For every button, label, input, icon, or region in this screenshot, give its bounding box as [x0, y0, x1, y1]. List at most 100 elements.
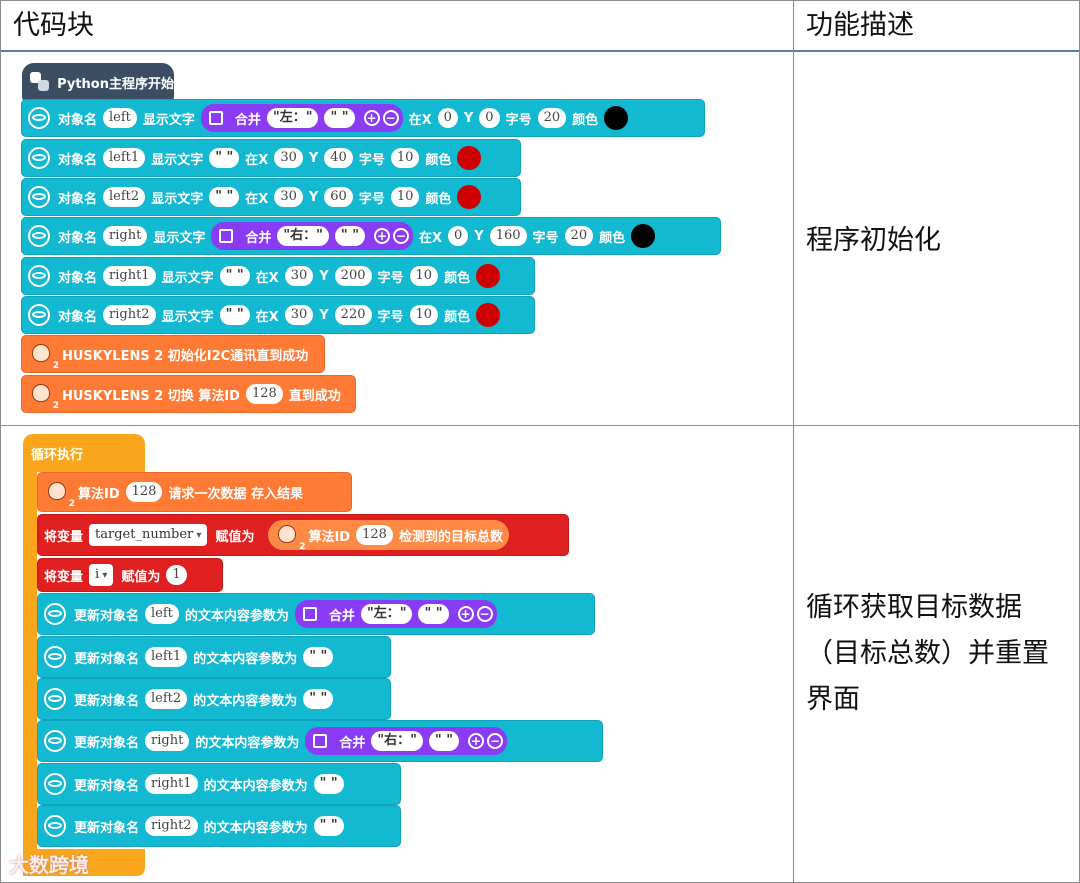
color-swatch[interactable]: [604, 106, 629, 130]
object-name-field[interactable]: left: [145, 604, 179, 624]
update-text-block[interactable]: 更新对象名 right1 的文本内容参数为 " ": [37, 763, 401, 805]
object-name-field[interactable]: right1: [103, 266, 156, 286]
x-field[interactable]: 30: [284, 266, 314, 286]
huskylens-switch-suffix: 直到成功: [288, 388, 341, 404]
y-field[interactable]: 40: [324, 148, 353, 168]
merge-block[interactable]: 合并 "右：" " " + −: [211, 222, 413, 250]
y-field[interactable]: 0: [479, 108, 500, 128]
algorithm-id-field[interactable]: 128: [245, 384, 283, 404]
merge-block[interactable]: 合并 "右：" " " + −: [305, 727, 507, 755]
color-swatch[interactable]: [457, 185, 482, 209]
text-value-field[interactable]: " ": [303, 689, 334, 709]
value-field[interactable]: 1: [166, 565, 187, 585]
text-value-field[interactable]: " ": [313, 774, 344, 794]
merge-item-a[interactable]: "左：": [360, 604, 413, 624]
set-target-number-block[interactable]: 将变量 target_number 赋值为 2 算法ID 128 检测到的目标总…: [37, 514, 569, 556]
merge-item-b[interactable]: " ": [418, 604, 449, 624]
text-field[interactable]: " ": [209, 187, 240, 207]
add-item-icon[interactable]: +: [363, 110, 380, 126]
algorithm-id-field[interactable]: 128: [356, 525, 393, 545]
text-field[interactable]: " ": [219, 305, 250, 325]
x-field[interactable]: 0: [437, 108, 458, 128]
x-field[interactable]: 30: [274, 148, 303, 168]
add-item-icon[interactable]: +: [457, 606, 474, 622]
variable-dropdown[interactable]: i: [89, 564, 114, 586]
remove-item-icon[interactable]: −: [382, 110, 399, 126]
column-divider: [793, 1, 794, 882]
merge-item-a[interactable]: "左：": [266, 108, 319, 128]
merge-block[interactable]: 合并 "左：" " " + −: [294, 600, 497, 628]
show-text-label: 显示文字: [153, 230, 206, 246]
huskylens-switch-block[interactable]: 2 HUSKYLENS 2 切换 算法ID 128 直到成功: [21, 375, 356, 413]
target-count-reporter[interactable]: 2 算法ID 128 检测到的目标总数: [268, 520, 509, 552]
text-display-block[interactable]: 对象名 right1 显示文字 " " 在X 30 Y 200 字号 10 颜色: [21, 257, 535, 295]
text-value-field[interactable]: " ": [313, 816, 344, 836]
text-field[interactable]: " ": [209, 148, 240, 168]
font-size-field[interactable]: 10: [390, 148, 420, 168]
update-text-block[interactable]: 更新对象名 left1 的文本内容参数为 " ": [37, 636, 391, 678]
algorithm-id-field[interactable]: 128: [125, 482, 163, 502]
python-start-block[interactable]: Python主程序开始: [22, 63, 174, 101]
variable-dropdown[interactable]: target_number: [89, 524, 208, 546]
font-size-field[interactable]: 10: [390, 187, 420, 207]
request-data-block[interactable]: 2 算法ID 128 请求一次数据 存入结果: [37, 472, 352, 512]
color-swatch[interactable]: [476, 264, 501, 288]
merge-item-a[interactable]: "右：": [371, 731, 423, 751]
object-name-field[interactable]: left2: [103, 187, 146, 207]
object-name-field[interactable]: left1: [145, 647, 188, 667]
huskylens-init-block[interactable]: 2 HUSKYLENS 2 初始化I2C通讯直到成功: [21, 335, 325, 373]
update-text-block[interactable]: 更新对象名 left2 的文本内容参数为 " ": [37, 678, 391, 720]
object-name-field[interactable]: left2: [145, 689, 188, 709]
update-text-block[interactable]: 更新对象名 right2 的文本内容参数为 " ": [37, 805, 401, 847]
set-i-block[interactable]: 将变量 i 赋值为 1: [37, 558, 223, 592]
y-field[interactable]: 160: [489, 226, 527, 246]
color-swatch[interactable]: [476, 303, 501, 327]
screen-object-icon: [44, 688, 66, 710]
text-display-block[interactable]: 对象名 left 显示文字 合并 "左：" " " + − 在X 0 Y 0 字号 20 颜色: [21, 99, 705, 137]
loop-forever-block[interactable]: 循环执行: [23, 434, 145, 472]
object-name-label: 对象名: [58, 112, 98, 128]
object-name-field[interactable]: right2: [145, 816, 198, 836]
remove-item-icon[interactable]: −: [392, 228, 409, 244]
description-loop-line: 循环获取目标数据: [806, 592, 1022, 623]
color-label: 颜色: [444, 309, 471, 325]
object-name-field[interactable]: left: [103, 108, 137, 128]
text-display-block[interactable]: 对象名 right2 显示文字 " " 在X 30 Y 220 字号 10 颜色: [21, 296, 535, 334]
object-name-field[interactable]: right2: [103, 305, 156, 325]
watermark: 大数跨境: [9, 853, 89, 877]
merge-item-b[interactable]: " ": [334, 226, 365, 246]
color-swatch[interactable]: [631, 224, 656, 248]
x-field[interactable]: 30: [284, 305, 314, 325]
y-field[interactable]: 220: [334, 305, 372, 325]
merge-item-b[interactable]: " ": [428, 731, 459, 751]
text-value-field[interactable]: " ": [303, 647, 334, 667]
font-size-field[interactable]: 10: [409, 305, 439, 325]
remove-item-icon[interactable]: −: [476, 606, 493, 622]
object-name-field[interactable]: right1: [145, 774, 198, 794]
add-item-icon[interactable]: +: [467, 733, 484, 749]
update-text-block[interactable]: 更新对象名 left 的文本内容参数为 合并 "左：" " " + −: [37, 593, 595, 635]
font-size-field[interactable]: 10: [409, 266, 439, 286]
python-start-label: Python主程序开始: [57, 76, 174, 92]
add-item-icon[interactable]: +: [373, 228, 390, 244]
text-display-block[interactable]: 对象名 right 显示文字 合并 "右：" " " + − 在X 0 Y 160 字号 20 颜色: [21, 217, 721, 255]
merge-item-a[interactable]: "右：": [277, 226, 329, 246]
text-display-block[interactable]: 对象名 left2 显示文字 " " 在X 30 Y 60 字号 10 颜色: [21, 178, 521, 216]
font-size-field[interactable]: 20: [537, 108, 567, 128]
merge-block[interactable]: 合并 "左：" " " + −: [200, 104, 403, 132]
merge-item-b[interactable]: " ": [324, 108, 355, 128]
remove-item-icon[interactable]: −: [486, 733, 503, 749]
x-field[interactable]: 0: [448, 226, 469, 246]
color-swatch[interactable]: [457, 146, 482, 170]
text-display-block[interactable]: 对象名 left1 显示文字 " " 在X 30 Y 40 字号 10 颜色: [21, 139, 521, 177]
y-field[interactable]: 60: [324, 187, 353, 207]
text-field[interactable]: " ": [219, 266, 250, 286]
font-size-label: 字号: [377, 309, 404, 325]
update-text-block[interactable]: 更新对象名 right 的文本内容参数为 合并 "右：" " " + −: [37, 720, 603, 762]
x-field[interactable]: 30: [274, 187, 303, 207]
object-name-field[interactable]: right: [103, 226, 148, 246]
object-name-field[interactable]: left1: [103, 148, 146, 168]
object-name-field[interactable]: right: [145, 731, 190, 751]
y-field[interactable]: 200: [334, 266, 372, 286]
font-size-field[interactable]: 20: [564, 226, 594, 246]
